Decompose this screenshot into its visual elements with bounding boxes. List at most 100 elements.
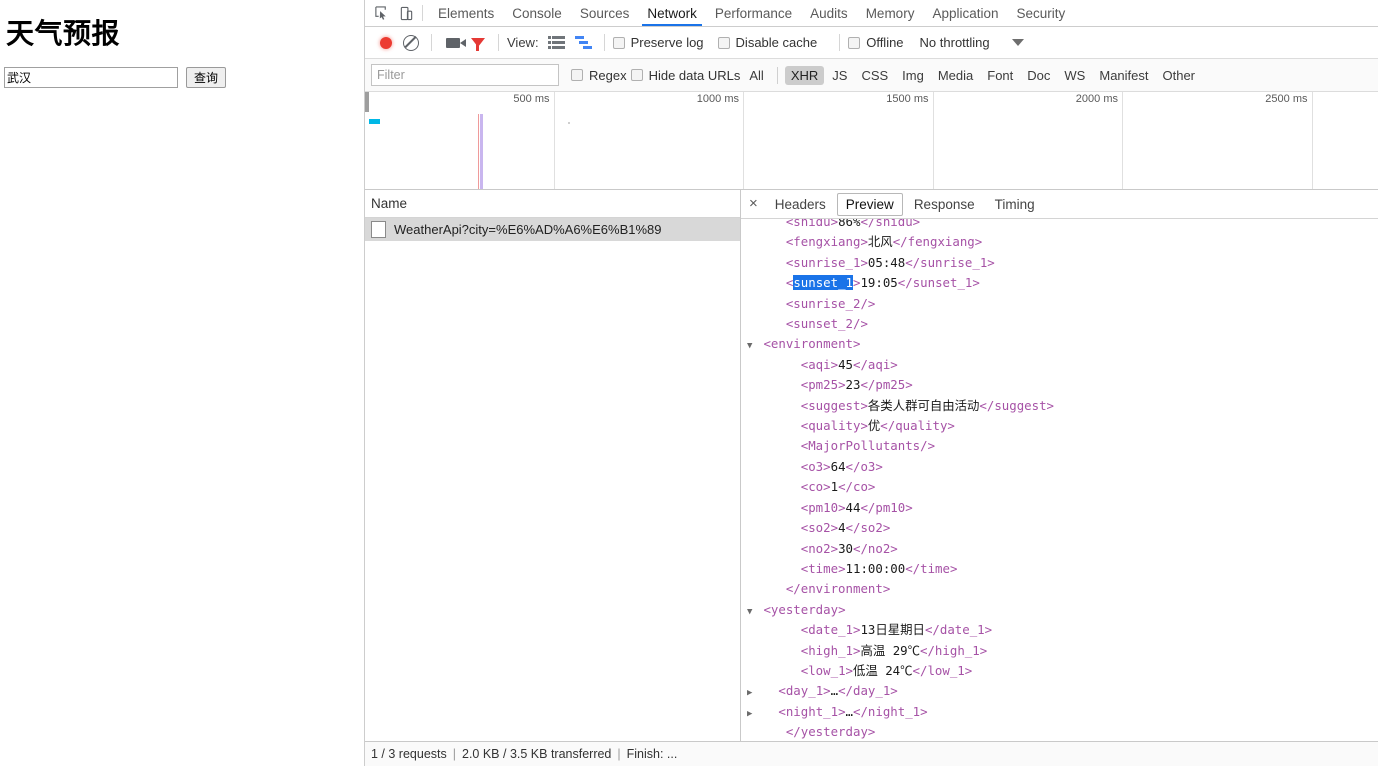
hide-data-urls-checkbox[interactable]: Hide data URLs — [630, 68, 740, 83]
xml-line: <no2>30</no2> — [800, 540, 898, 556]
weather-query-form: 查询 — [4, 67, 227, 88]
xml-line: <sunrise_1>05:48</sunrise_1> — [785, 254, 995, 270]
preserve-log-label: Preserve log — [630, 35, 704, 50]
offline-checkbox[interactable]: Offline — [848, 35, 904, 50]
tab-memory[interactable]: Memory — [857, 1, 924, 26]
type-filter-manifest[interactable]: Manifest — [1093, 66, 1154, 85]
disclosure-triangle-icon[interactable]: ▶ — [747, 684, 756, 702]
request-rows: WeatherApi?city=%E6%AD%A6%E6%B1%89 — [365, 218, 740, 241]
devtools-panel: Elements Console Sources Network Performance… — [364, 0, 1378, 766]
checkbox-box — [717, 36, 730, 49]
type-filter-css[interactable]: CSS — [855, 66, 894, 85]
detail-tab-timing[interactable]: Timing — [986, 193, 1044, 216]
type-filter-doc[interactable]: Doc — [1021, 66, 1056, 85]
list-view-icon[interactable] — [546, 31, 571, 55]
request-list-empty-area — [365, 241, 740, 761]
detail-tab-headers[interactable]: Headers — [766, 193, 835, 216]
tab-console[interactable]: Console — [503, 1, 571, 26]
xml-line: ▼ <yesterday> — [747, 601, 1378, 621]
tabbar-divider — [422, 5, 423, 21]
request-detail-tabbar: × Headers Preview Response Timing — [741, 190, 1378, 219]
xml-line: <pm10>44</pm10> — [800, 499, 913, 515]
xml-line: <sunrise_2/> — [785, 295, 876, 311]
tab-audits[interactable]: Audits — [801, 1, 857, 26]
disclosure-triangle-icon[interactable]: ▶ — [747, 705, 756, 723]
xml-line: <fengxiang>北风</fengxiang> — [785, 234, 983, 250]
timeline-tick: 2000 ms — [934, 92, 1123, 189]
chevron-down-icon[interactable] — [1011, 39, 1024, 46]
page-title: 天气预报 — [6, 17, 121, 50]
type-filter-all[interactable]: All — [743, 66, 769, 85]
timeline-tick-label: 2000 ms — [1075, 93, 1118, 105]
controls-divider-1 — [431, 34, 432, 51]
type-filter-other[interactable]: Other — [1157, 66, 1202, 85]
network-lower-split: Name WeatherApi?city=%E6%AD%A6%E6%B1%89 … — [365, 190, 1378, 761]
toggle-device-toolbar-icon[interactable] — [394, 1, 419, 25]
timeline-dot-marker — [568, 122, 570, 124]
response-preview-xml[interactable]: <shidu>86%</shidu> <fengxiang>北风</fengxi… — [741, 219, 1378, 761]
checkbox-box — [612, 36, 625, 49]
disable-cache-checkbox[interactable]: Disable cache — [717, 35, 817, 50]
network-controls-row: View: Preserve log Disable cache Offline — [365, 27, 1378, 59]
type-filter-media[interactable]: Media — [932, 66, 979, 85]
devtools-tab-list: Elements Console Sources Network Performance… — [429, 1, 1074, 26]
xml-line: ▼ <environment> — [747, 335, 1378, 355]
request-list-header[interactable]: Name — [365, 190, 740, 218]
regex-label: Regex — [589, 67, 627, 83]
waterfall-view-icon[interactable] — [571, 31, 596, 55]
network-status-bar: 1 / 3 requests | 2.0 KB / 3.5 KB transfe… — [365, 741, 1378, 766]
regex-checkbox[interactable]: Regex — [571, 68, 627, 83]
timeline-tick: 500 ms — [365, 92, 555, 189]
timeline-tick: 1000 ms — [555, 92, 744, 189]
tab-security[interactable]: Security — [1008, 1, 1075, 26]
xml-line: </environment> — [785, 581, 891, 597]
disclosure-triangle-icon[interactable]: ▼ — [747, 337, 756, 355]
city-input[interactable] — [4, 67, 178, 88]
filter-funnel-icon[interactable] — [465, 31, 490, 55]
status-divider: | — [617, 747, 621, 761]
type-filter-ws[interactable]: WS — [1058, 66, 1091, 85]
capture-screenshots-icon[interactable] — [440, 31, 466, 55]
xml-line: <co>1</co> — [800, 479, 876, 495]
timeline-tick-label: 1500 ms — [886, 93, 929, 105]
xml-line: <MajorPollutants/> — [800, 438, 936, 454]
clear-button[interactable] — [398, 31, 423, 55]
inspect-element-icon[interactable] — [369, 1, 394, 25]
tab-performance[interactable]: Performance — [706, 1, 801, 26]
status-transferred: 2.0 KB / 3.5 KB transferred — [462, 747, 612, 761]
tab-elements[interactable]: Elements — [429, 1, 503, 26]
type-filter-xhr[interactable]: XHR — [784, 65, 825, 85]
filter-input[interactable] — [371, 64, 559, 86]
controls-divider-4 — [839, 34, 841, 51]
detail-tab-preview[interactable]: Preview — [836, 192, 903, 216]
filter-divider — [776, 66, 778, 84]
checkbox-box — [571, 69, 583, 81]
xml-line: <time>11:00:00</time> — [800, 560, 958, 576]
type-filter-font[interactable]: Font — [981, 66, 1019, 85]
detail-tab-response[interactable]: Response — [905, 193, 984, 216]
record-button[interactable] — [373, 31, 398, 55]
detail-tab-list: Headers Preview Response Timing — [765, 192, 1045, 216]
tab-application[interactable]: Application — [923, 1, 1007, 26]
throttling-value[interactable]: No throttling — [920, 35, 990, 50]
disclosure-triangle-icon[interactable]: ▼ — [747, 603, 756, 621]
preserve-log-checkbox[interactable]: Preserve log — [612, 35, 704, 50]
checkbox-box — [630, 69, 643, 81]
query-button[interactable]: 查询 — [186, 67, 227, 88]
resource-type-filters: All XHR JS CSS Img Media Font Doc WS Manifest Othe… — [742, 65, 1202, 85]
timeline-load-marker — [480, 114, 483, 189]
tab-network[interactable]: Network — [638, 1, 706, 26]
devtools-tabbar: Elements Console Sources Network Performance… — [365, 0, 1378, 27]
network-timeline-overview[interactable]: 500 ms 1000 ms 1500 ms 2000 ms 2500 ms — [365, 92, 1378, 190]
xml-line: <date_1>13日星期日</date_1> — [800, 622, 993, 638]
xml-line: <sunset_2/> — [785, 316, 868, 332]
request-detail-pane: × Headers Preview Response Timing <shidu>86… — [741, 190, 1378, 761]
type-filter-img[interactable]: Img — [896, 66, 930, 85]
tab-sources[interactable]: Sources — [571, 1, 639, 26]
request-row[interactable]: WeatherApi?city=%E6%AD%A6%E6%B1%89 — [365, 218, 740, 241]
close-icon[interactable]: × — [746, 196, 765, 213]
request-name: WeatherApi?city=%E6%AD%A6%E6%B1%89 — [394, 222, 662, 237]
timeline-tick-label: 1000 ms — [696, 93, 739, 105]
xml-line: <pm25>23</pm25> — [800, 377, 913, 393]
type-filter-js[interactable]: JS — [826, 66, 853, 85]
